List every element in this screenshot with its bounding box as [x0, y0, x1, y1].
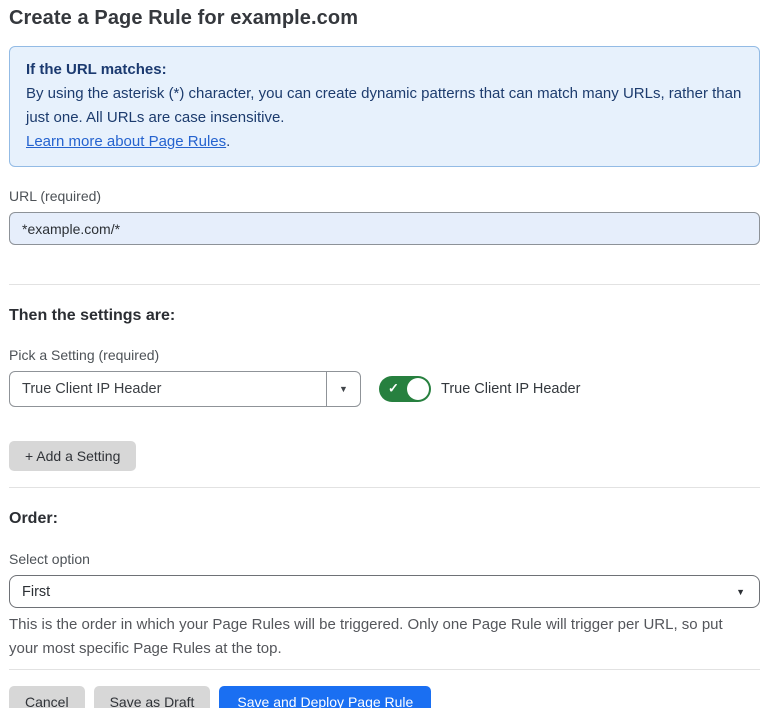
save-and-deploy-button[interactable]: Save and Deploy Page Rule [219, 686, 431, 708]
url-field-label: URL (required) [9, 188, 760, 204]
learn-more-link[interactable]: Learn more about Page Rules [26, 133, 226, 150]
order-select[interactable]: First ▼ [9, 575, 760, 608]
info-box-heading: If the URL matches: [26, 58, 743, 82]
page-rule-form: Create a Page Rule for example.com If th… [0, 0, 769, 708]
info-box-link-line: Learn more about Page Rules. [26, 130, 743, 154]
settings-section-heading: Then the settings are: [9, 306, 760, 325]
chevron-down-icon: ▼ [736, 587, 759, 597]
chevron-down-icon: ▼ [339, 384, 348, 394]
order-select-label: Select option [9, 551, 760, 567]
url-match-info-box: If the URL matches: By using the asteris… [9, 46, 760, 167]
setting-select-arrow-button[interactable]: ▼ [326, 372, 360, 406]
toggle-knob [407, 378, 429, 400]
order-select-value: First [10, 584, 736, 600]
cancel-button[interactable]: Cancel [9, 686, 85, 708]
section-divider [9, 487, 760, 488]
link-suffix: . [226, 133, 230, 150]
pick-setting-label: Pick a Setting (required) [9, 347, 760, 363]
setting-toggle[interactable]: ✓ [379, 376, 431, 402]
setting-select-value: True Client IP Header [10, 381, 326, 397]
setting-select[interactable]: True Client IP Header ▼ [9, 371, 361, 407]
section-divider [9, 284, 760, 285]
form-actions: Cancel Save as Draft Save and Deploy Pag… [9, 686, 760, 708]
save-as-draft-button[interactable]: Save as Draft [94, 686, 211, 708]
url-input[interactable] [9, 212, 760, 245]
check-icon: ✓ [388, 381, 399, 397]
info-box-body: By using the asterisk (*) character, you… [26, 82, 743, 130]
page-title: Create a Page Rule for example.com [9, 7, 760, 30]
section-divider [9, 669, 760, 670]
order-help-text: This is the order in which your Page Rul… [9, 613, 754, 661]
setting-row: True Client IP Header ▼ ✓ True Client IP… [9, 371, 760, 407]
toggle-label: True Client IP Header [441, 381, 580, 397]
add-setting-button[interactable]: + Add a Setting [9, 441, 136, 471]
order-section-heading: Order: [9, 509, 760, 528]
